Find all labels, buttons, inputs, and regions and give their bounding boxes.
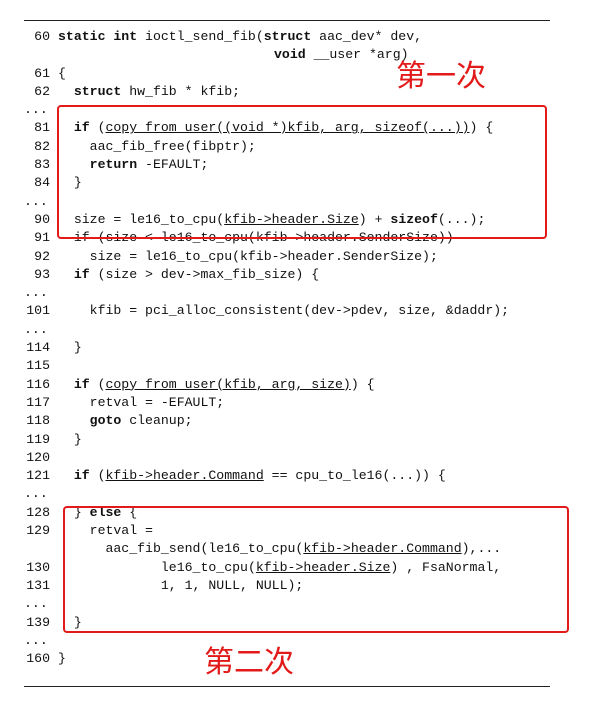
- line-number: 60: [34, 29, 50, 44]
- line-number: 131: [26, 577, 50, 593]
- keyword: struct: [263, 29, 312, 44]
- line-number: 129: [26, 523, 50, 539]
- line-number: 117: [26, 394, 50, 410]
- line-number: 93: [34, 266, 50, 282]
- first-fetch-label: 第一次: [396, 59, 486, 94]
- line-number: 82: [34, 138, 50, 154]
- code-line: 121 if (kfib->header.Command == cpu_to_l…: [24, 467, 550, 485]
- line-number: 130: [26, 559, 50, 575]
- keyword: goto: [89, 413, 122, 429]
- elision: ...: [24, 321, 48, 337]
- elision: ...: [24, 632, 48, 648]
- code-line: 93 if (size > dev->max_fib_size) {: [24, 266, 550, 284]
- code-text: copy_from_user(kfib, arg, size): [105, 376, 351, 392]
- line-number: 121: [26, 468, 50, 484]
- elision-line: ...: [24, 485, 550, 503]
- line-number: 91: [34, 230, 50, 246]
- keyword: struct: [73, 83, 122, 99]
- line-number: 118: [26, 413, 50, 429]
- code-text: retval = -EFAULT;: [89, 394, 225, 410]
- line-number: 61: [34, 65, 50, 81]
- line-number: 114: [26, 340, 50, 356]
- code-text: cleanup;: [121, 413, 193, 429]
- keyword: if: [73, 376, 90, 392]
- line-number: 119: [26, 431, 50, 447]
- line-number: 84: [34, 175, 50, 191]
- first-fetch-highlight-box: [57, 105, 547, 239]
- code-text: kfib = pci_alloc_consistent(dev->pdev, s…: [89, 303, 510, 319]
- elision-line: ...: [24, 284, 550, 302]
- code-line: 101 kfib = pci_alloc_consistent(dev->pde…: [24, 302, 550, 320]
- code-text: kfib->header.Command: [105, 468, 264, 484]
- keyword: if: [73, 266, 90, 282]
- line-number: 83: [34, 157, 50, 173]
- code-text: __user *arg): [305, 47, 409, 63]
- elision: ...: [24, 596, 48, 612]
- line-number: 81: [34, 120, 50, 136]
- line-number: 139: [26, 614, 50, 630]
- elision-line: ...: [24, 321, 550, 339]
- code-line: 92 size = le16_to_cpu(kfib->header.Sende…: [24, 248, 550, 266]
- code-line: 120: [24, 449, 550, 467]
- code-line: 116 if (copy_from_user(kfib, arg, size))…: [24, 376, 550, 394]
- code-line: 60 static int ioctl_send_fib(struct aac_d…: [24, 28, 550, 46]
- line-number: 120: [26, 449, 50, 465]
- code-text: }: [73, 340, 82, 356]
- keyword: if: [73, 468, 90, 484]
- line-number: 116: [26, 376, 50, 392]
- line-number: 160: [26, 651, 50, 667]
- elision: ...: [24, 102, 48, 118]
- code-text: == cpu_to_le16(...)) {: [263, 468, 446, 484]
- code-text: hw_fib * kfib;: [121, 83, 241, 99]
- code-line: 117 retval = -EFAULT;: [24, 394, 550, 412]
- code-text: }: [73, 431, 82, 447]
- code-text: ioctl_send_fib(: [137, 29, 264, 44]
- code-line: 114 }: [24, 339, 550, 357]
- line-number: 92: [34, 248, 50, 264]
- bottom-rule: [24, 686, 550, 687]
- line-number: 115: [26, 358, 50, 374]
- code-text: {: [58, 65, 66, 81]
- line-number: 128: [26, 504, 50, 520]
- code-text: size = le16_to_cpu(kfib->header.SenderSi…: [89, 248, 438, 264]
- line-number: 90: [34, 211, 50, 227]
- code-text: ) {: [350, 376, 375, 392]
- top-rule: [24, 20, 550, 21]
- keyword: void: [274, 47, 306, 63]
- code-line: 118 goto cleanup;: [24, 412, 550, 430]
- code-line: 119 }: [24, 431, 550, 449]
- code-text: aac_dev* dev,: [311, 29, 423, 44]
- code-line: 115: [24, 357, 550, 375]
- elision: ...: [24, 486, 48, 502]
- second-fetch-label: 第二次: [204, 645, 294, 680]
- second-fetch-highlight-box: [63, 506, 569, 633]
- code-text: (size > dev->max_fib_size) {: [89, 266, 320, 282]
- elision: ...: [24, 193, 48, 209]
- line-number: 101: [26, 303, 50, 319]
- line-number: 62: [34, 83, 50, 99]
- code-text: }: [58, 651, 66, 667]
- keyword: static int: [58, 29, 138, 44]
- elision: ...: [24, 285, 48, 301]
